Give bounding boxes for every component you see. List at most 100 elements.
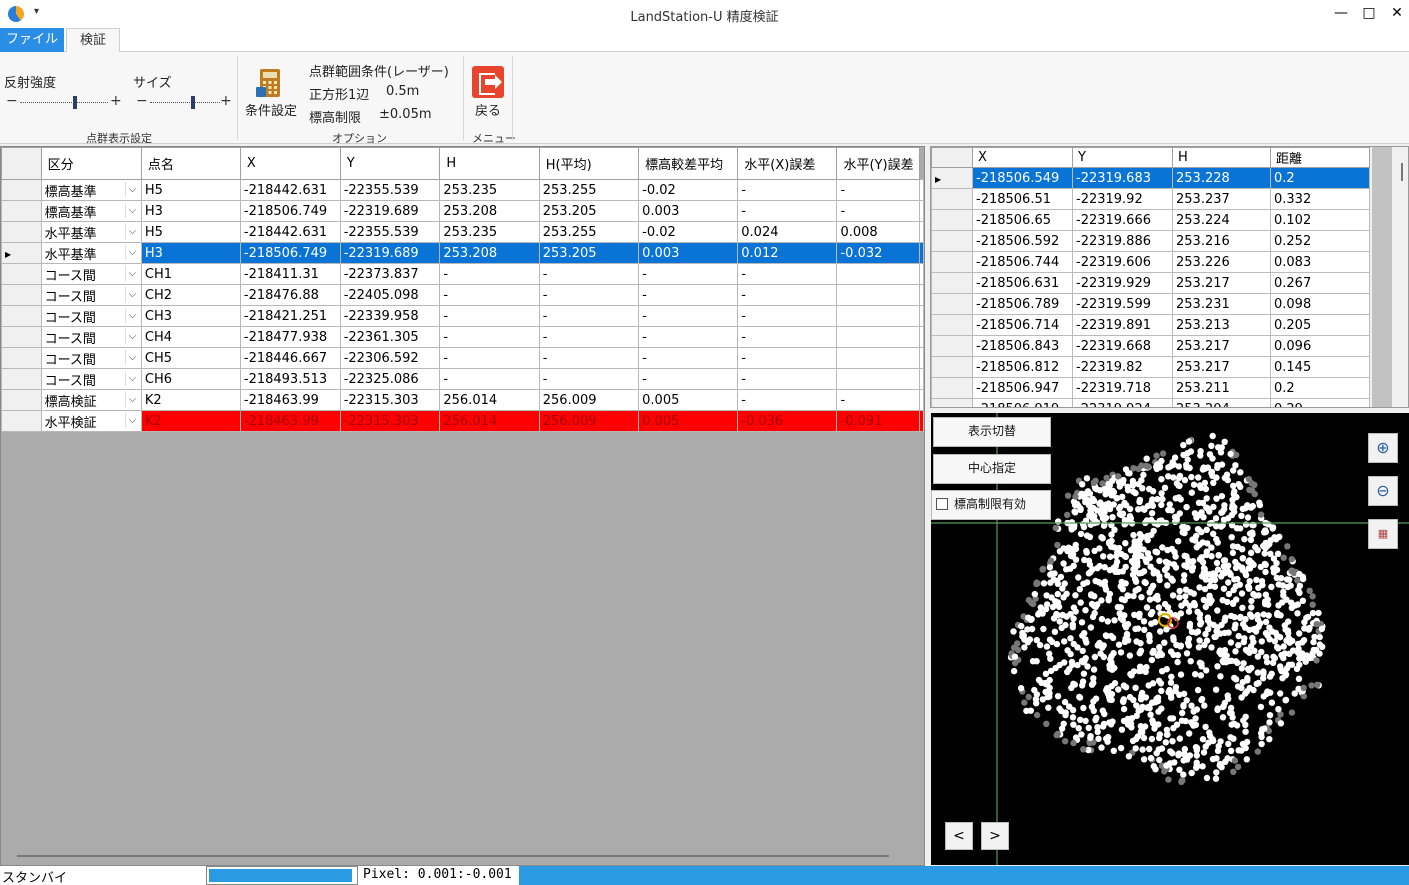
cell-y[interactable]: -22361.305	[339, 326, 441, 348]
cell-err-y[interactable]: -0.032	[836, 242, 920, 264]
cell-name[interactable]: K2	[140, 389, 241, 411]
cell-h[interactable]: 253.204	[1172, 398, 1271, 407]
chevron-down-icon[interactable]: ⌵	[124, 329, 139, 344]
cell-h-avg[interactable]: -	[538, 263, 640, 285]
table-row[interactable]: ▶ 水平基準 ⌵ H3 -218506.749 -22319.689 253.208 253.…	[1, 242, 924, 264]
chevron-down-icon[interactable]: ⌵	[124, 413, 139, 428]
cell-x[interactable]: -218506.65	[972, 209, 1073, 231]
height-limit-toggle[interactable]: 標高制限有効	[931, 490, 1051, 520]
cell-h-diff[interactable]: -	[638, 284, 739, 306]
table-row[interactable]: コース間 ⌵ CH4 -218477.938 -22361.305- - - -	[1, 326, 924, 348]
row-header[interactable]	[1, 263, 42, 285]
cell-distance[interactable]: 0.102	[1270, 209, 1370, 231]
cell-y[interactable]: -22355.539	[339, 179, 441, 201]
table-row[interactable]: コース間 ⌵ CH2 -218476.88 -22405.098- - - -	[1, 284, 924, 306]
cell-h[interactable]: 256.014	[439, 410, 540, 432]
cell-kubun[interactable]: 水平基準 ⌵	[40, 221, 142, 243]
cell-h-diff[interactable]: 0.005	[638, 389, 739, 411]
table-row[interactable]: コース間 ⌵ CH1 -218411.31 -22373.837- - - -	[1, 263, 924, 285]
table-row[interactable]: -218506.947 -22319.718 253.211 0.2	[931, 377, 1370, 399]
reflect-plus-icon[interactable]: +	[110, 93, 122, 109]
cell-h-avg[interactable]: 253.205	[538, 242, 640, 264]
cell-y[interactable]: -22319.886	[1072, 230, 1173, 252]
cell-h-diff[interactable]: 0.003	[638, 242, 739, 264]
cell-x[interactable]: -218463.99	[239, 410, 341, 432]
cell-h-avg[interactable]: -	[538, 326, 640, 348]
cell-err-y[interactable]: -	[836, 179, 920, 201]
condition-button[interactable]: 条件設定	[245, 100, 297, 119]
cell-kubun[interactable]: 水平基準 ⌵	[40, 242, 142, 264]
cell-y[interactable]: -22319.683	[1072, 167, 1173, 189]
table-row[interactable]: 標高基準 ⌵ H3 -218506.749 -22319.689 253.208 253.2…	[1, 200, 924, 222]
cell-err-y[interactable]: -	[836, 389, 920, 411]
col-err-x[interactable]: 水平(X)誤差	[737, 147, 838, 180]
cell-kubun[interactable]: 標高基準 ⌵	[40, 200, 142, 222]
cell-x[interactable]: -218506.631	[972, 272, 1073, 294]
cell-h-avg[interactable]: 253.255	[538, 221, 640, 243]
cell-err-x[interactable]: -	[737, 179, 838, 201]
cell-h-diff[interactable]: -	[638, 347, 739, 369]
cell-h[interactable]: 253.213	[1172, 314, 1271, 336]
row-header[interactable]	[931, 335, 973, 357]
cell-x[interactable]: -218506.812	[972, 356, 1073, 378]
row-header[interactable]	[931, 293, 973, 315]
cell-h-avg[interactable]: -	[538, 368, 640, 390]
cell-h[interactable]: 253.211	[1172, 377, 1271, 399]
cell-h-avg[interactable]: -	[538, 347, 640, 369]
cell-y[interactable]: -22319.668	[1072, 335, 1173, 357]
cell-x[interactable]: -218506.749	[239, 242, 341, 264]
cell-distance[interactable]: 0.2	[1270, 167, 1370, 189]
cell-name[interactable]: CH4	[140, 326, 241, 348]
cell-err-x[interactable]: -	[737, 368, 838, 390]
cell-name[interactable]: CH6	[140, 368, 241, 390]
size-minus-icon[interactable]: −	[136, 93, 148, 109]
cell-y[interactable]: -22355.539	[339, 221, 441, 243]
exit-icon[interactable]	[472, 66, 504, 98]
col-distance[interactable]: 距離	[1270, 147, 1370, 168]
cell-distance[interactable]: 0.145	[1270, 356, 1370, 378]
cell-x[interactable]: -218506.947	[972, 377, 1073, 399]
cell-distance[interactable]: 0.2	[1270, 377, 1370, 399]
cell-name[interactable]: H3	[140, 200, 241, 222]
size-track[interactable]	[150, 102, 220, 103]
cell-err-x[interactable]: -0.036	[737, 410, 838, 432]
cell-x[interactable]: -218477.938	[239, 326, 341, 348]
display-switch-button[interactable]: 表示切替	[933, 417, 1051, 447]
cell-h[interactable]: 253.228	[1172, 167, 1271, 189]
cell-x[interactable]: -218506.744	[972, 251, 1073, 273]
cell-h-diff[interactable]: -0.02	[638, 179, 739, 201]
cell-err-x[interactable]: 0.012	[737, 242, 838, 264]
cell-h[interactable]: 253.224	[1172, 209, 1271, 231]
cell-x[interactable]: -218506.749	[239, 200, 341, 222]
table-row[interactable]: -218506.843 -22319.668 253.217 0.096	[931, 335, 1370, 357]
zoom-in-icon[interactable]: ⊕	[1368, 433, 1398, 463]
cell-err-x[interactable]: -	[737, 326, 838, 348]
cell-y[interactable]: -22319.924	[1072, 398, 1173, 407]
table-row[interactable]: コース間 ⌵ CH6 -218493.513 -22325.086- - - -	[1, 368, 924, 390]
row-header[interactable]: ▶	[1, 242, 42, 264]
chevron-down-icon[interactable]: ⌵	[124, 287, 139, 302]
reflect-slider[interactable]: − +	[6, 93, 122, 110]
chevron-down-icon[interactable]: ⌵	[124, 182, 139, 197]
row-header[interactable]	[1, 200, 42, 222]
cell-h[interactable]: -	[439, 368, 540, 390]
center-set-button[interactable]: 中心指定	[933, 454, 1051, 484]
col-x[interactable]: X	[239, 147, 341, 180]
cell-err-y[interactable]: -	[836, 200, 920, 222]
back-button[interactable]: 戻る	[475, 100, 501, 119]
cell-h[interactable]: 253.217	[1172, 272, 1271, 294]
chevron-down-icon[interactable]: ⌵	[124, 350, 139, 365]
cell-h[interactable]: 253.235	[439, 179, 540, 201]
cell-x[interactable]: -218442.631	[239, 221, 341, 243]
cell-h-diff[interactable]: -0.02	[638, 221, 739, 243]
row-header[interactable]	[931, 272, 973, 294]
table-row[interactable]: コース間 ⌵ CH3 -218421.251 -22339.958- - - -	[1, 305, 924, 327]
cell-x[interactable]: -218463.99	[239, 389, 341, 411]
cell-name[interactable]: H5	[140, 221, 241, 243]
tab-file[interactable]: ファイル	[0, 28, 64, 52]
cell-err-x[interactable]: -	[737, 284, 838, 306]
reflect-track[interactable]	[20, 102, 108, 103]
cell-x[interactable]: -218506.592	[972, 230, 1073, 252]
cell-name[interactable]: H3	[140, 242, 241, 264]
row-header[interactable]	[1, 368, 42, 390]
